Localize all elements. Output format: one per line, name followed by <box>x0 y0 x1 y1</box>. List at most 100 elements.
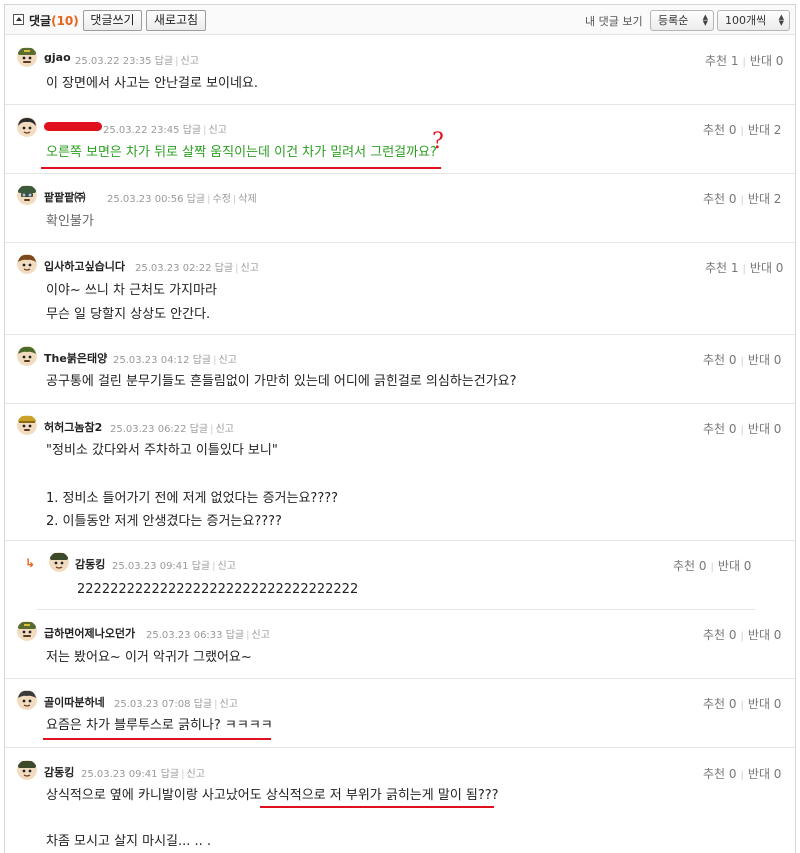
upvote-button[interactable]: 추천 0 <box>703 123 737 137</box>
upvote-button[interactable]: 추천 1 <box>705 54 739 68</box>
user-avatar-icon[interactable] <box>49 552 69 572</box>
per-page-select[interactable]: 100개씩 ▲ ▼ <box>717 10 790 31</box>
edit-link[interactable]: 수정 <box>213 194 231 205</box>
comments-heading: 댓글(10) <box>29 14 79 28</box>
downvote-button[interactable]: 반대 0 <box>750 261 784 275</box>
report-link[interactable]: 신고 <box>220 699 238 710</box>
comment-item: 감동킹 25.03.23 09:41 답글 | 신고 추천 0 | 반대 0 상식적으로… <box>5 748 795 853</box>
comment-nickname[interactable]: gjao <box>44 51 71 64</box>
report-link[interactable]: 신고 <box>241 263 259 274</box>
downvote-button[interactable]: 반대 0 <box>748 767 782 781</box>
reply-link[interactable]: 답글 <box>192 561 210 572</box>
user-avatar-icon[interactable] <box>17 415 37 435</box>
downvote-button[interactable]: 반대 2 <box>748 192 782 206</box>
user-avatar-icon[interactable] <box>17 117 37 137</box>
comment-body-line: 차좀 모시고 살지 마시길... .. . <box>46 834 212 849</box>
vote-counts: 추천 0 | 반대 0 <box>703 697 782 711</box>
downvote-button[interactable]: 반대 0 <box>748 353 782 367</box>
comment-item: gjao 25.03.22 23:35 답글 | 신고 추천 1 | 반대 0 이 장면… <box>5 36 795 105</box>
upvote-button[interactable]: 추천 0 <box>703 697 737 711</box>
comment-body-line: 상식적으로 옆에 카니발이랑 사고났어도 상식적으로 저 부위가 긁히는게 말이… <box>46 788 499 803</box>
comment-meta: 25.03.23 07:08 답글 | 신고 <box>114 699 238 710</box>
downvote-button[interactable]: 반대 2 <box>748 123 782 137</box>
upvote-button[interactable]: 추천 0 <box>703 628 737 642</box>
comment-item: 팥팥팥㈜ 25.03.23 00:56 답글 | 수정 | 삭제 추천 0 | 반대 2 확… <box>5 174 795 243</box>
upvote-button[interactable]: 추천 0 <box>703 767 737 781</box>
upvote-button[interactable]: 추천 0 <box>673 559 707 573</box>
reply-arrow-icon: ↳ <box>25 556 36 570</box>
reply-link[interactable]: 답글 <box>226 630 244 641</box>
reply-link[interactable]: 답글 <box>187 194 205 205</box>
comment-nickname[interactable]: The붉은태양 <box>44 350 107 366</box>
vote-counts: 추천 0 | 반대 0 <box>703 628 782 642</box>
red-underline-annotation <box>260 806 494 808</box>
user-avatar-icon[interactable] <box>17 47 37 67</box>
report-link[interactable]: 신고 <box>216 424 234 435</box>
my-comments-link[interactable]: 내 댓글 보기 <box>585 13 643 29</box>
downvote-button[interactable]: 반대 0 <box>748 422 782 436</box>
user-avatar-icon[interactable] <box>17 346 37 366</box>
comment-body: 오른쪽 보면은 차가 뒤로 살짝 움직이는데 이건 차가 밀려서 그런걸까요? <box>46 145 437 160</box>
comment-body: 공구통에 걸린 분무기들도 흔들림없이 가만히 있는데 어디에 긁힌걸로 의심하… <box>46 374 517 389</box>
comment-meta: 25.03.22 23:35 답글 | 신고 <box>75 56 199 67</box>
comment-item: 급하면어제나오던가 25.03.23 06:33 답글 | 신고 추천 0 | 반대 0… <box>5 610 795 679</box>
downvote-button[interactable]: 반대 0 <box>718 559 752 573</box>
reply-link[interactable]: 답글 <box>190 424 208 435</box>
comment-meta: 25.03.23 06:33 답글 | 신고 <box>146 630 270 641</box>
comment-meta: 25.03.22 23:45 답글 | 신고 <box>103 125 227 136</box>
vote-counts: 추천 0 | 반대 0 <box>703 353 782 367</box>
user-avatar-icon[interactable] <box>17 760 37 780</box>
collapse-toggle-icon[interactable] <box>13 14 24 25</box>
report-link[interactable]: 신고 <box>209 125 227 136</box>
comment-nickname[interactable]: 입사하고싶습니다 <box>44 258 125 274</box>
reply-link[interactable]: 답글 <box>215 263 233 274</box>
write-comment-button[interactable]: 댓글쓰기 <box>83 10 142 31</box>
comment-nickname[interactable]: 팥팥팥㈜ <box>44 189 85 205</box>
comment-meta: 25.03.23 09:41 답글 | 신고 <box>81 769 205 780</box>
user-avatar-icon[interactable] <box>17 621 37 641</box>
comment-nickname[interactable]: 허허그놈참2 <box>44 419 102 435</box>
comment-body-line: 이야~ 쓰니 차 근처도 가지마라 <box>46 283 217 298</box>
delete-link[interactable]: 삭제 <box>238 194 256 205</box>
comment-meta: 25.03.23 09:41 답글 | 신고 <box>112 561 236 572</box>
downvote-button[interactable]: 반대 0 <box>750 54 784 68</box>
reply-link[interactable]: 답글 <box>161 769 179 780</box>
downvote-button[interactable]: 반대 0 <box>748 628 782 642</box>
reply-link[interactable]: 답글 <box>193 355 211 366</box>
comment-nickname[interactable]: 골이따분하네 <box>44 694 105 710</box>
comment-nickname[interactable]: 감동킹 <box>44 764 74 780</box>
upvote-button[interactable]: 추천 0 <box>703 192 737 206</box>
upvote-button[interactable]: 추천 0 <box>703 353 737 367</box>
reply-link[interactable]: 답글 <box>155 56 173 67</box>
report-link[interactable]: 신고 <box>218 561 236 572</box>
select-arrows-icon: ▲ ▼ <box>778 13 784 27</box>
comment-nickname[interactable]: 급하면어제나오던가 <box>44 625 135 641</box>
comment-meta: 25.03.23 02:22 답글 | 신고 <box>135 263 259 274</box>
reply-link[interactable]: 답글 <box>194 699 212 710</box>
downvote-button[interactable]: 반대 0 <box>748 697 782 711</box>
vote-counts: 추천 0 | 반대 2 <box>703 123 782 137</box>
report-link[interactable]: 신고 <box>187 769 205 780</box>
comment-item: 입사하고싶습니다 25.03.23 02:22 답글 | 신고 추천 1 | 반대 0 … <box>5 243 795 335</box>
refresh-button[interactable]: 새로고침 <box>146 10 206 31</box>
reply-link[interactable]: 답글 <box>183 125 201 136</box>
upvote-button[interactable]: 추천 0 <box>703 422 737 436</box>
red-underline-annotation <box>41 167 441 169</box>
red-underline-annotation <box>43 738 271 740</box>
user-avatar-icon[interactable] <box>17 690 37 710</box>
vote-counts: 추천 0 | 반대 0 <box>703 422 782 436</box>
user-avatar-icon[interactable] <box>17 185 37 205</box>
user-avatar-icon[interactable] <box>17 254 37 274</box>
report-link[interactable]: 신고 <box>181 56 199 67</box>
comment-item: The붉은태양 25.03.23 04:12 답글 | 신고 추천 0 | 반대 0 공… <box>5 335 795 404</box>
comment-nickname[interactable]: 감동킹 <box>75 556 105 572</box>
vote-counts: 추천 1 | 반대 0 <box>705 54 784 68</box>
report-link[interactable]: 신고 <box>219 355 237 366</box>
comment-body: 2222222222222222222222222222222222 <box>77 582 359 597</box>
sort-select[interactable]: 등록순 ▲ ▼ <box>650 10 714 31</box>
vote-counts: 추천 0 | 반대 0 <box>703 767 782 781</box>
report-link[interactable]: 신고 <box>252 630 270 641</box>
comment-body: 확인불가 <box>46 214 94 229</box>
upvote-button[interactable]: 추천 1 <box>705 261 739 275</box>
comment-meta: 25.03.23 06:22 답글 | 신고 <box>110 424 234 435</box>
